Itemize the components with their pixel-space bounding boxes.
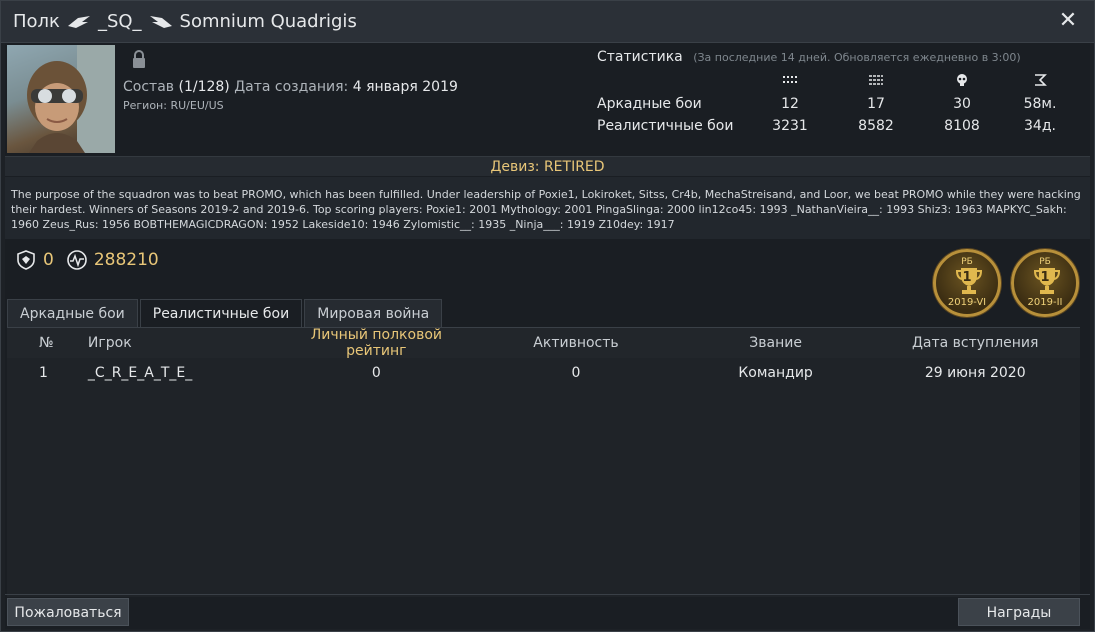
season-medal[interactable]: РБ 1 2019-VI [933, 249, 1001, 317]
row-personal-rating: 0 [371, 365, 381, 381]
header-number[interactable]: № [7, 335, 82, 351]
squadron-points: 0 [43, 250, 54, 270]
title-bar: Полк _SQ_ Somnium Quadrigis ✕ [1, 1, 1094, 43]
squadron-description: The purpose of the squadron was to beat … [5, 177, 1090, 239]
medal-season: 2019-II [1027, 297, 1063, 308]
members-label: Состав [123, 79, 175, 95]
squadron-name: Somnium Quadrigis [179, 11, 357, 32]
pilot-portrait-icon [27, 45, 115, 153]
stats-value: 8108 [944, 118, 980, 134]
squadron-window: Полк _SQ_ Somnium Quadrigis ✕ Состав (1/… [0, 0, 1095, 632]
stats-value: 12 [781, 96, 799, 112]
header-join-date[interactable]: Дата вступления [870, 335, 1080, 351]
created-value: 4 января 2019 [352, 79, 458, 95]
stats-table: Аркадные бои 12 17 30 58м. Реалистичные … [597, 71, 1075, 137]
stats-row-realistic: Реалистичные бои 3231 8582 8108 34д. [597, 115, 1075, 137]
header-rank[interactable]: Звание [681, 335, 871, 351]
wing-left-icon [67, 15, 90, 28]
stats-subtitle: (За последние 14 дней. Обновляется ежедн… [693, 51, 1021, 64]
header-player[interactable]: Игрок [82, 335, 282, 351]
header-personal-rating[interactable]: Личный полковой рейтинг [282, 327, 472, 359]
time-icon [1005, 73, 1075, 91]
row-activity: 0 [571, 365, 581, 381]
row-number: 1 [39, 365, 48, 381]
medal-place: 1 [1040, 270, 1050, 285]
squadron-body: Состав (1/128) Дата создания: 4 января 2… [5, 43, 1090, 629]
region-info: Регион: RU/EU/US [123, 99, 224, 112]
stats-heading: Статистика [597, 49, 683, 65]
squadron-avatar [7, 45, 115, 153]
tab-realistic[interactable]: Реалистичные бои [139, 299, 303, 327]
window-title: Полк _SQ_ Somnium Quadrigis [13, 11, 357, 32]
stats-row-label: Аркадные бои [597, 96, 702, 112]
title-prefix: Полк [13, 11, 60, 32]
medal-season: 2019-VI [947, 297, 987, 308]
squadron-rating: 0 288210 [15, 249, 159, 271]
stats-value: 34д. [1024, 118, 1056, 134]
members-table-header: № Игрок Личный полковой рейтинг Активнос… [7, 327, 1080, 359]
region-label: Регион: [123, 99, 167, 112]
footer-divider [5, 594, 1090, 595]
deaths-icon [919, 73, 1005, 91]
region-value: RU/EU/US [170, 99, 224, 112]
stats-value: 8582 [858, 118, 894, 134]
stats-value: 30 [953, 96, 971, 112]
stats-row-label: Реалистичные бои [597, 118, 734, 134]
created-label: Дата создания: [234, 79, 349, 95]
row-player: _C_R_E_A_T_E_ [87, 365, 193, 381]
report-button[interactable]: Пожаловаться [7, 598, 129, 626]
members-info: Состав (1/128) Дата создания: 4 января 2… [123, 79, 458, 95]
stats-icon-row [597, 71, 1075, 93]
members-table: № Игрок Личный полковой рейтинг Активнос… [7, 327, 1080, 597]
stats-value: 17 [867, 96, 885, 112]
season-medal[interactable]: РБ 1 2019-II [1011, 249, 1079, 317]
stats-value: 58м. [1023, 96, 1057, 112]
header-activity[interactable]: Активность [471, 335, 681, 351]
squadron-tag: _SQ_ [97, 11, 142, 32]
tab-world-war[interactable]: Мировая война [304, 299, 443, 327]
ground-kills-icon [833, 73, 919, 91]
battle-mode-tabs: Аркадные бои Реалистичные бои Мировая во… [7, 299, 444, 327]
squadron-points-icon [17, 250, 35, 270]
stats-row-arcade: Аркадные бои 12 17 30 58м. [597, 93, 1075, 115]
air-kills-icon [747, 73, 833, 91]
lock-icon [133, 50, 145, 68]
stats-title: Статистика (За последние 14 дней. Обновл… [597, 49, 1021, 65]
medal-place: 1 [962, 270, 972, 285]
squadron-motto: Девиз: RETIRED [5, 156, 1090, 176]
squadron-activity: 288210 [93, 250, 159, 270]
table-row[interactable]: 1 _C_R_E_A_T_E_ 0 0 Командир 29 июня 202… [7, 358, 1080, 388]
members-value: (1/128) [178, 79, 230, 95]
close-icon[interactable]: ✕ [1058, 10, 1078, 32]
activity-icon [67, 250, 87, 270]
awards-button[interactable]: Награды [958, 598, 1080, 626]
tab-arcade[interactable]: Аркадные бои [7, 299, 138, 327]
row-join-date: 29 июня 2020 [924, 365, 1026, 381]
wing-right-icon [149, 15, 172, 28]
row-rank: Командир [738, 365, 813, 381]
stats-value: 3231 [772, 118, 808, 134]
